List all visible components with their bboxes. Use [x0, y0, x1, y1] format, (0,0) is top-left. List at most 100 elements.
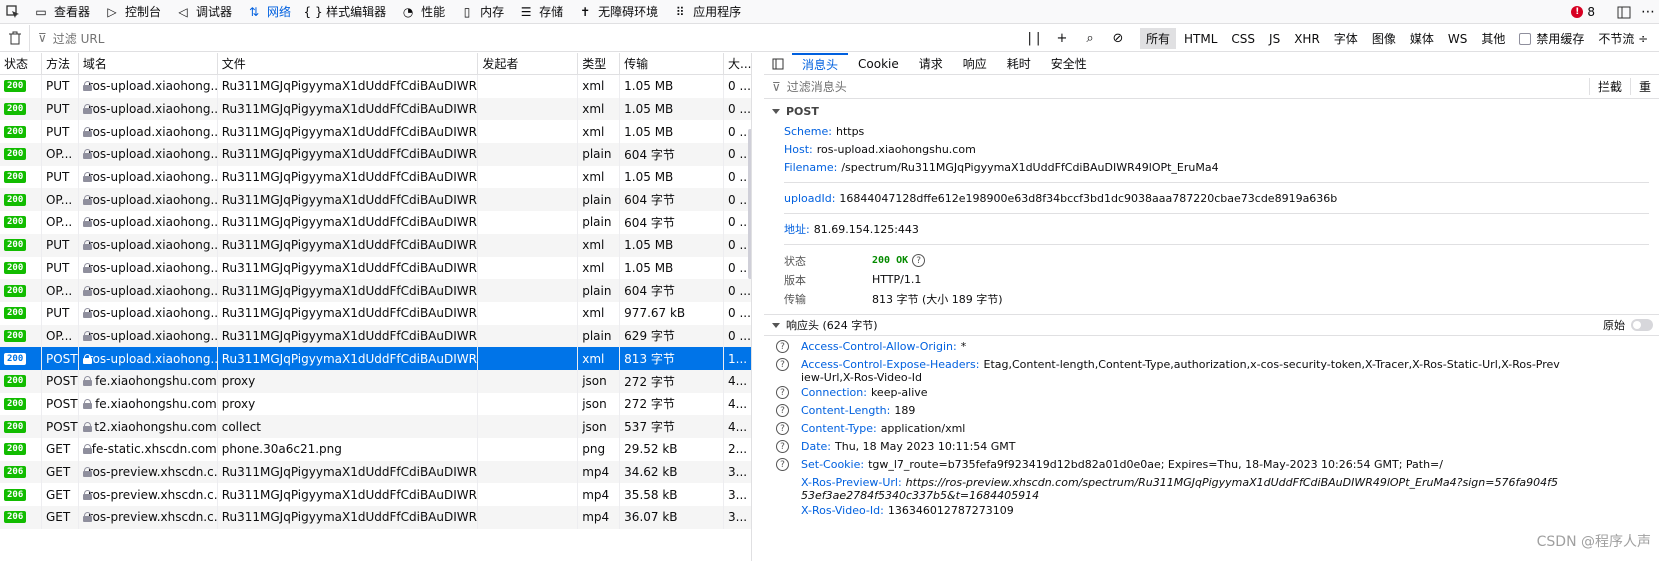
type-filter-button[interactable]: WS	[1442, 30, 1473, 48]
cell-type: plain	[578, 324, 621, 348]
table-row[interactable]: 200 PUT ros-upload.xiaohong... Ru311MGJqPig…	[0, 75, 751, 98]
tab-network[interactable]: ⇅ 网络	[239, 0, 298, 24]
table-row[interactable]: 200 POST fe.xiaohongshu.com proxy json 272 字节…	[0, 369, 751, 393]
domain-text: ros-upload.xiaohong...	[87, 306, 218, 321]
tab-style-editor[interactable]: { } 样式编辑器	[298, 0, 393, 24]
help-icon[interactable]: ?	[912, 254, 926, 267]
type-filter-button[interactable]: CSS	[1225, 30, 1261, 48]
details-tab[interactable]: 安全性	[1041, 53, 1097, 75]
search-icon[interactable]: ⌕	[1076, 25, 1104, 52]
tab-label: 存储	[539, 5, 564, 19]
cell-text: 29.52 kB	[624, 442, 678, 457]
table-row[interactable]: 200 OP... ros-upload.xiaohong... Ru311MGJqP…	[0, 324, 751, 348]
toggle-sidebar-icon[interactable]	[764, 58, 792, 70]
tab-storage[interactable]: ☰ 存储	[511, 0, 570, 24]
table-row[interactable]: 200 PUT ros-upload.xiaohong... Ru311MGJqPig…	[0, 120, 751, 144]
column-header[interactable]: 传输	[620, 53, 725, 75]
tab-console[interactable]: ▷ 控制台	[97, 0, 168, 24]
details-tab[interactable]: 消息头	[792, 53, 849, 75]
tab-debugger[interactable]: ◁ 调试器	[168, 0, 239, 24]
help-icon[interactable]: ?	[776, 404, 789, 417]
table-row[interactable]: 206 GET ros-preview.xhscdn.c... Ru311MGJqPi…	[0, 483, 751, 507]
cell-text: 1.05 MB	[624, 79, 674, 94]
post-section-toggle[interactable]: POST	[764, 99, 1659, 118]
type-filter-button[interactable]: 图像	[1366, 28, 1402, 49]
cell-status: 200	[0, 438, 42, 461]
cell-text: 0 ...	[728, 306, 751, 321]
help-icon[interactable]: ?	[776, 422, 789, 435]
type-filter-button[interactable]: 其他	[1475, 28, 1511, 49]
column-header[interactable]: 方法	[42, 53, 79, 75]
column-header[interactable]: 状态	[0, 53, 42, 75]
table-row[interactable]: 200 OP... ros-upload.xiaohong... Ru311MGJqP…	[0, 188, 751, 212]
disable-cache-checkbox[interactable]: 禁用缓存	[1519, 30, 1584, 47]
type-filter-button[interactable]: JS	[1263, 30, 1286, 48]
column-header[interactable]: 域名	[79, 53, 218, 75]
block-icon[interactable]: ⊘	[1104, 25, 1132, 52]
pause-icon[interactable]: | |	[1020, 25, 1048, 52]
table-row[interactable]: 206 GET ros-preview.xhscdn.c... Ru311MGJqPi…	[0, 460, 751, 484]
table-row[interactable]: 200 OP... ros-upload.xiaohong... Ru311MGJqP…	[0, 211, 751, 234]
table-row[interactable]: 200 OP... ros-upload.xiaohong... Ru311MGJqP…	[0, 279, 751, 302]
table-row[interactable]: 206 GET ros-preview.xhscdn.c... Ru311MGJqPi…	[0, 506, 751, 529]
filter-headers-input[interactable]: ⊽ 过滤消息头 拦截重	[764, 75, 1659, 99]
throttle-select[interactable]: 不节流 ÷	[1598, 30, 1648, 47]
table-row[interactable]: 200 GET fe-static.xhscdn.com phone.30a6c21.…	[0, 438, 751, 461]
tab-inspector[interactable]: ▭ 查看器	[26, 0, 97, 24]
dock-icon[interactable]	[1611, 6, 1637, 19]
cell-method: PUT	[42, 233, 79, 257]
help-icon[interactable]: ?	[776, 458, 789, 471]
table-row[interactable]: 200 PUT ros-upload.xiaohong... Ru311MGJqPig…	[0, 301, 751, 325]
type-filter-button[interactable]: 媒体	[1404, 28, 1440, 49]
cell-text: mp4	[582, 465, 610, 480]
tab-memory[interactable]: ▯ 内存	[452, 0, 511, 24]
cell-text: 272 字节	[624, 374, 675, 389]
details-tab[interactable]: 耗时	[997, 53, 1041, 75]
table-row[interactable]: 200 PUT ros-upload.xiaohong... Ru311MGJqPig…	[0, 233, 751, 257]
block-button[interactable]: 拦截	[1588, 78, 1630, 95]
details-tab[interactable]: Cookie	[848, 53, 909, 75]
error-count-badge[interactable]: ! 8	[1571, 5, 1595, 19]
column-header[interactable]: 文件	[218, 53, 479, 75]
column-header[interactable]: 类型	[578, 53, 621, 75]
request-details-panel: 消息头 Cookie 请求 响应 耗时 安全性 ⊽ 过滤消息头 拦截重 POST Schem…	[764, 53, 1659, 561]
domain-text: ros-upload.xiaohong...	[87, 238, 218, 253]
resend-button[interactable]: 重	[1629, 78, 1659, 95]
filter-url-input[interactable]: ⊽ 过滤 URL	[30, 30, 1010, 47]
tab-accessibility[interactable]: ✝ 无障碍环境	[570, 0, 665, 24]
tab-application[interactable]: ⠿ 应用程序	[665, 0, 748, 24]
scrollbar[interactable]	[748, 129, 751, 279]
type-filter-button[interactable]: 字体	[1328, 28, 1364, 49]
header-line: Date: Thu, 18 May 2023 10:11:54 GMT	[801, 440, 1561, 453]
tab-performance[interactable]: ◔ 性能	[393, 0, 452, 24]
details-tab[interactable]: 响应	[953, 53, 997, 75]
help-icon[interactable]: ?	[776, 358, 789, 371]
table-row[interactable]: 200 OP... ros-upload.xiaohong... Ru311MGJqP…	[0, 143, 751, 166]
type-filter-button[interactable]: HTML	[1178, 30, 1223, 48]
raw-toggle[interactable]: 原始	[1603, 317, 1653, 333]
cell-type: png	[578, 438, 621, 461]
clear-trash-icon[interactable]	[0, 24, 30, 52]
more-menu-icon[interactable]: ⋯	[1637, 4, 1659, 20]
column-header[interactable]: 大...	[724, 53, 751, 75]
table-row[interactable]: 200 POST ros-upload.xiaohong... Ru311MGJqPi…	[0, 347, 751, 370]
table-row[interactable]: 200 PUT ros-upload.xiaohong... Ru311MGJqPig…	[0, 165, 751, 189]
response-headers-toggle[interactable]: 响应头 (624 字节) 原始	[764, 314, 1659, 336]
details-tab[interactable]: 请求	[909, 53, 953, 75]
cell-text: 1...	[728, 351, 748, 366]
help-icon[interactable]: ?	[776, 386, 789, 399]
type-filter-button[interactable]: 所有	[1140, 28, 1177, 49]
table-row[interactable]: 200 POST t2.xiaohongshu.com collect json 537 …	[0, 415, 751, 438]
column-header[interactable]: 发起者	[478, 53, 579, 75]
table-row[interactable]: 200 PUT ros-upload.xiaohong... Ru311MGJqPig…	[0, 256, 751, 280]
help-icon[interactable]: ?	[776, 340, 789, 353]
add-request-icon[interactable]: +	[1048, 25, 1076, 52]
help-icon[interactable]: ?	[776, 440, 789, 453]
cell-status: 200	[0, 415, 42, 438]
table-row[interactable]: 200 PUT ros-upload.xiaohong... Ru311MGJqPig…	[0, 97, 751, 121]
element-picker-icon[interactable]	[0, 0, 26, 24]
table-row[interactable]: 200 POST fe.xiaohongshu.com proxy json 272 字节…	[0, 392, 751, 416]
cell-transfer: 537 字节	[620, 415, 725, 438]
type-filter-button[interactable]: XHR	[1288, 30, 1326, 48]
cell-method: GET	[42, 438, 79, 461]
